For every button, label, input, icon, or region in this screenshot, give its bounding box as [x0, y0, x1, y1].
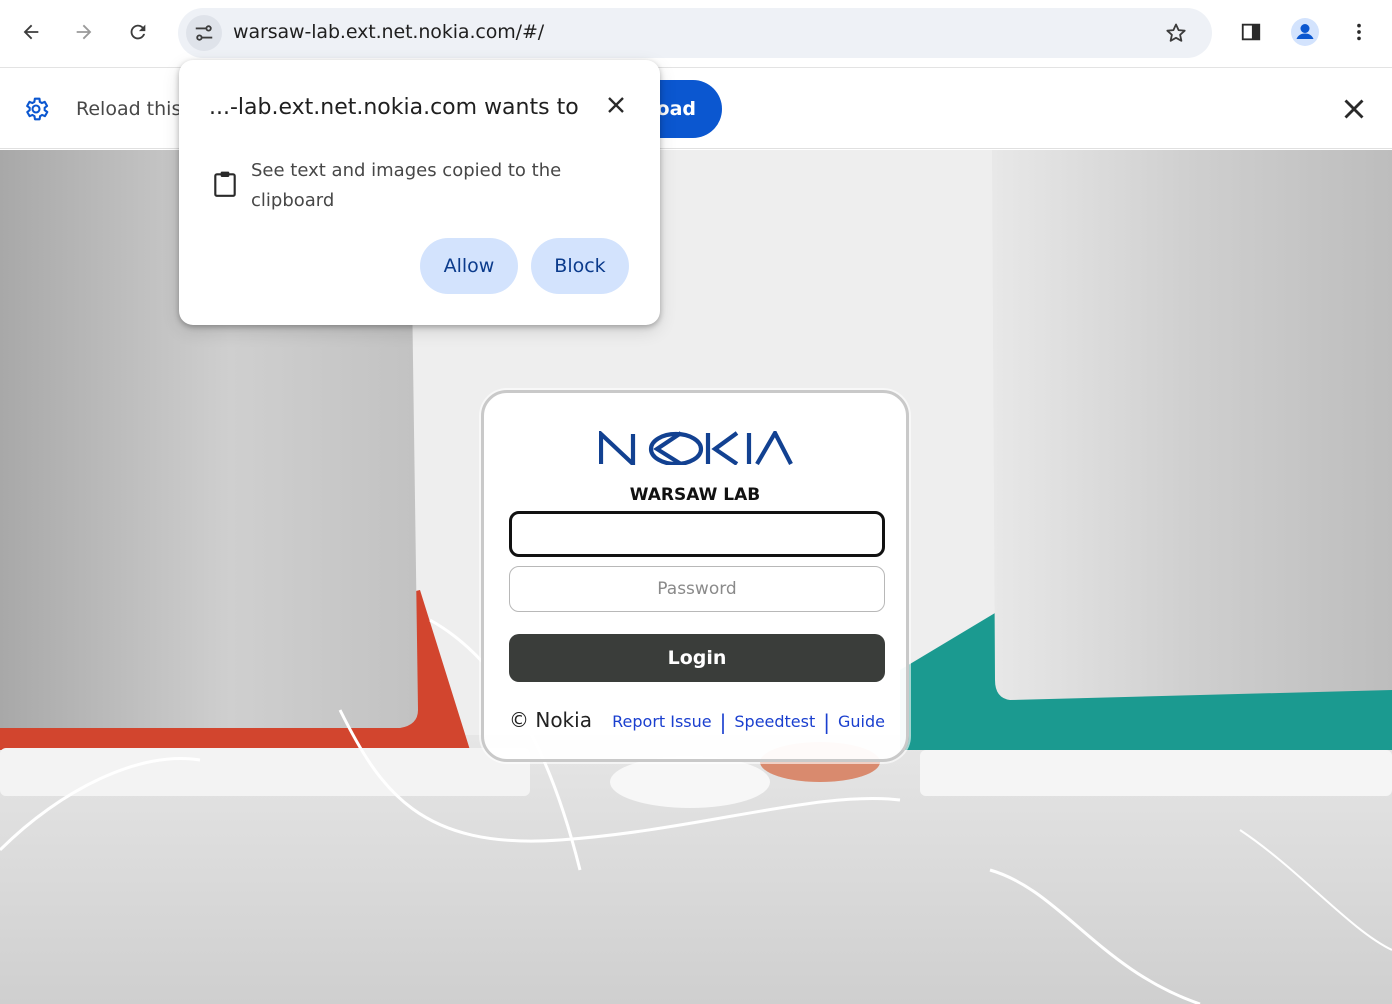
login-button[interactable]: Login: [509, 634, 885, 682]
browser-toolbar: warsaw-lab.ext.net.nokia.com/#/: [0, 0, 1392, 68]
link-separator: |: [719, 709, 727, 734]
url-text[interactable]: warsaw-lab.ext.net.nokia.com/#/: [233, 21, 544, 43]
close-icon[interactable]: [1337, 92, 1371, 130]
nokia-logo: [599, 431, 793, 465]
star-icon: [1166, 23, 1186, 42]
site-info-button[interactable]: [186, 15, 222, 51]
browser-menu-button[interactable]: [1341, 14, 1377, 50]
block-button[interactable]: Block: [531, 238, 629, 294]
kebab-menu-icon: [1357, 23, 1361, 41]
infobar-message: Reload this: [76, 98, 182, 120]
speedtest-link[interactable]: Speedtest: [734, 712, 815, 731]
reload-button[interactable]: [120, 14, 156, 50]
forward-button[interactable]: [66, 14, 102, 50]
guide-link[interactable]: Guide: [838, 712, 885, 731]
side-panel-icon: [1241, 23, 1261, 41]
person-icon: [1291, 18, 1319, 46]
allow-button[interactable]: Allow: [420, 238, 518, 294]
report-issue-link[interactable]: Report Issue: [612, 712, 712, 731]
back-button[interactable]: [13, 14, 49, 50]
arrow-right-icon: [76, 24, 92, 40]
profile-button[interactable]: [1287, 14, 1323, 50]
gear-icon: [22, 95, 50, 127]
close-icon[interactable]: [602, 91, 630, 123]
bookmark-button[interactable]: [1158, 15, 1194, 51]
link-separator: |: [823, 709, 831, 734]
side-panel-button[interactable]: [1233, 14, 1269, 50]
clipboard-icon: [212, 170, 238, 202]
password-input[interactable]: [509, 566, 885, 612]
login-footer: © Nokia Report Issue | Speedtest | Guide: [509, 708, 885, 738]
username-input[interactable]: [509, 511, 885, 557]
login-card: WARSAW LAB Login © Nokia Report Issue | …: [481, 390, 909, 762]
lab-name: WARSAW LAB: [629, 485, 761, 505]
tune-icon: [195, 25, 213, 41]
reload-icon: [130, 24, 146, 40]
permission-title: ...-lab.ext.net.nokia.com wants to: [209, 95, 579, 120]
arrow-left-icon: [23, 24, 39, 40]
address-bar[interactable]: warsaw-lab.ext.net.nokia.com/#/: [178, 8, 1212, 58]
footer-links: Report Issue | Speedtest | Guide: [612, 709, 885, 734]
permission-description: See text and images copied to the clipbo…: [251, 160, 562, 211]
copyright-text: © Nokia: [509, 708, 592, 732]
clipboard-permission-prompt: ...-lab.ext.net.nokia.com wants to See t…: [179, 60, 660, 325]
